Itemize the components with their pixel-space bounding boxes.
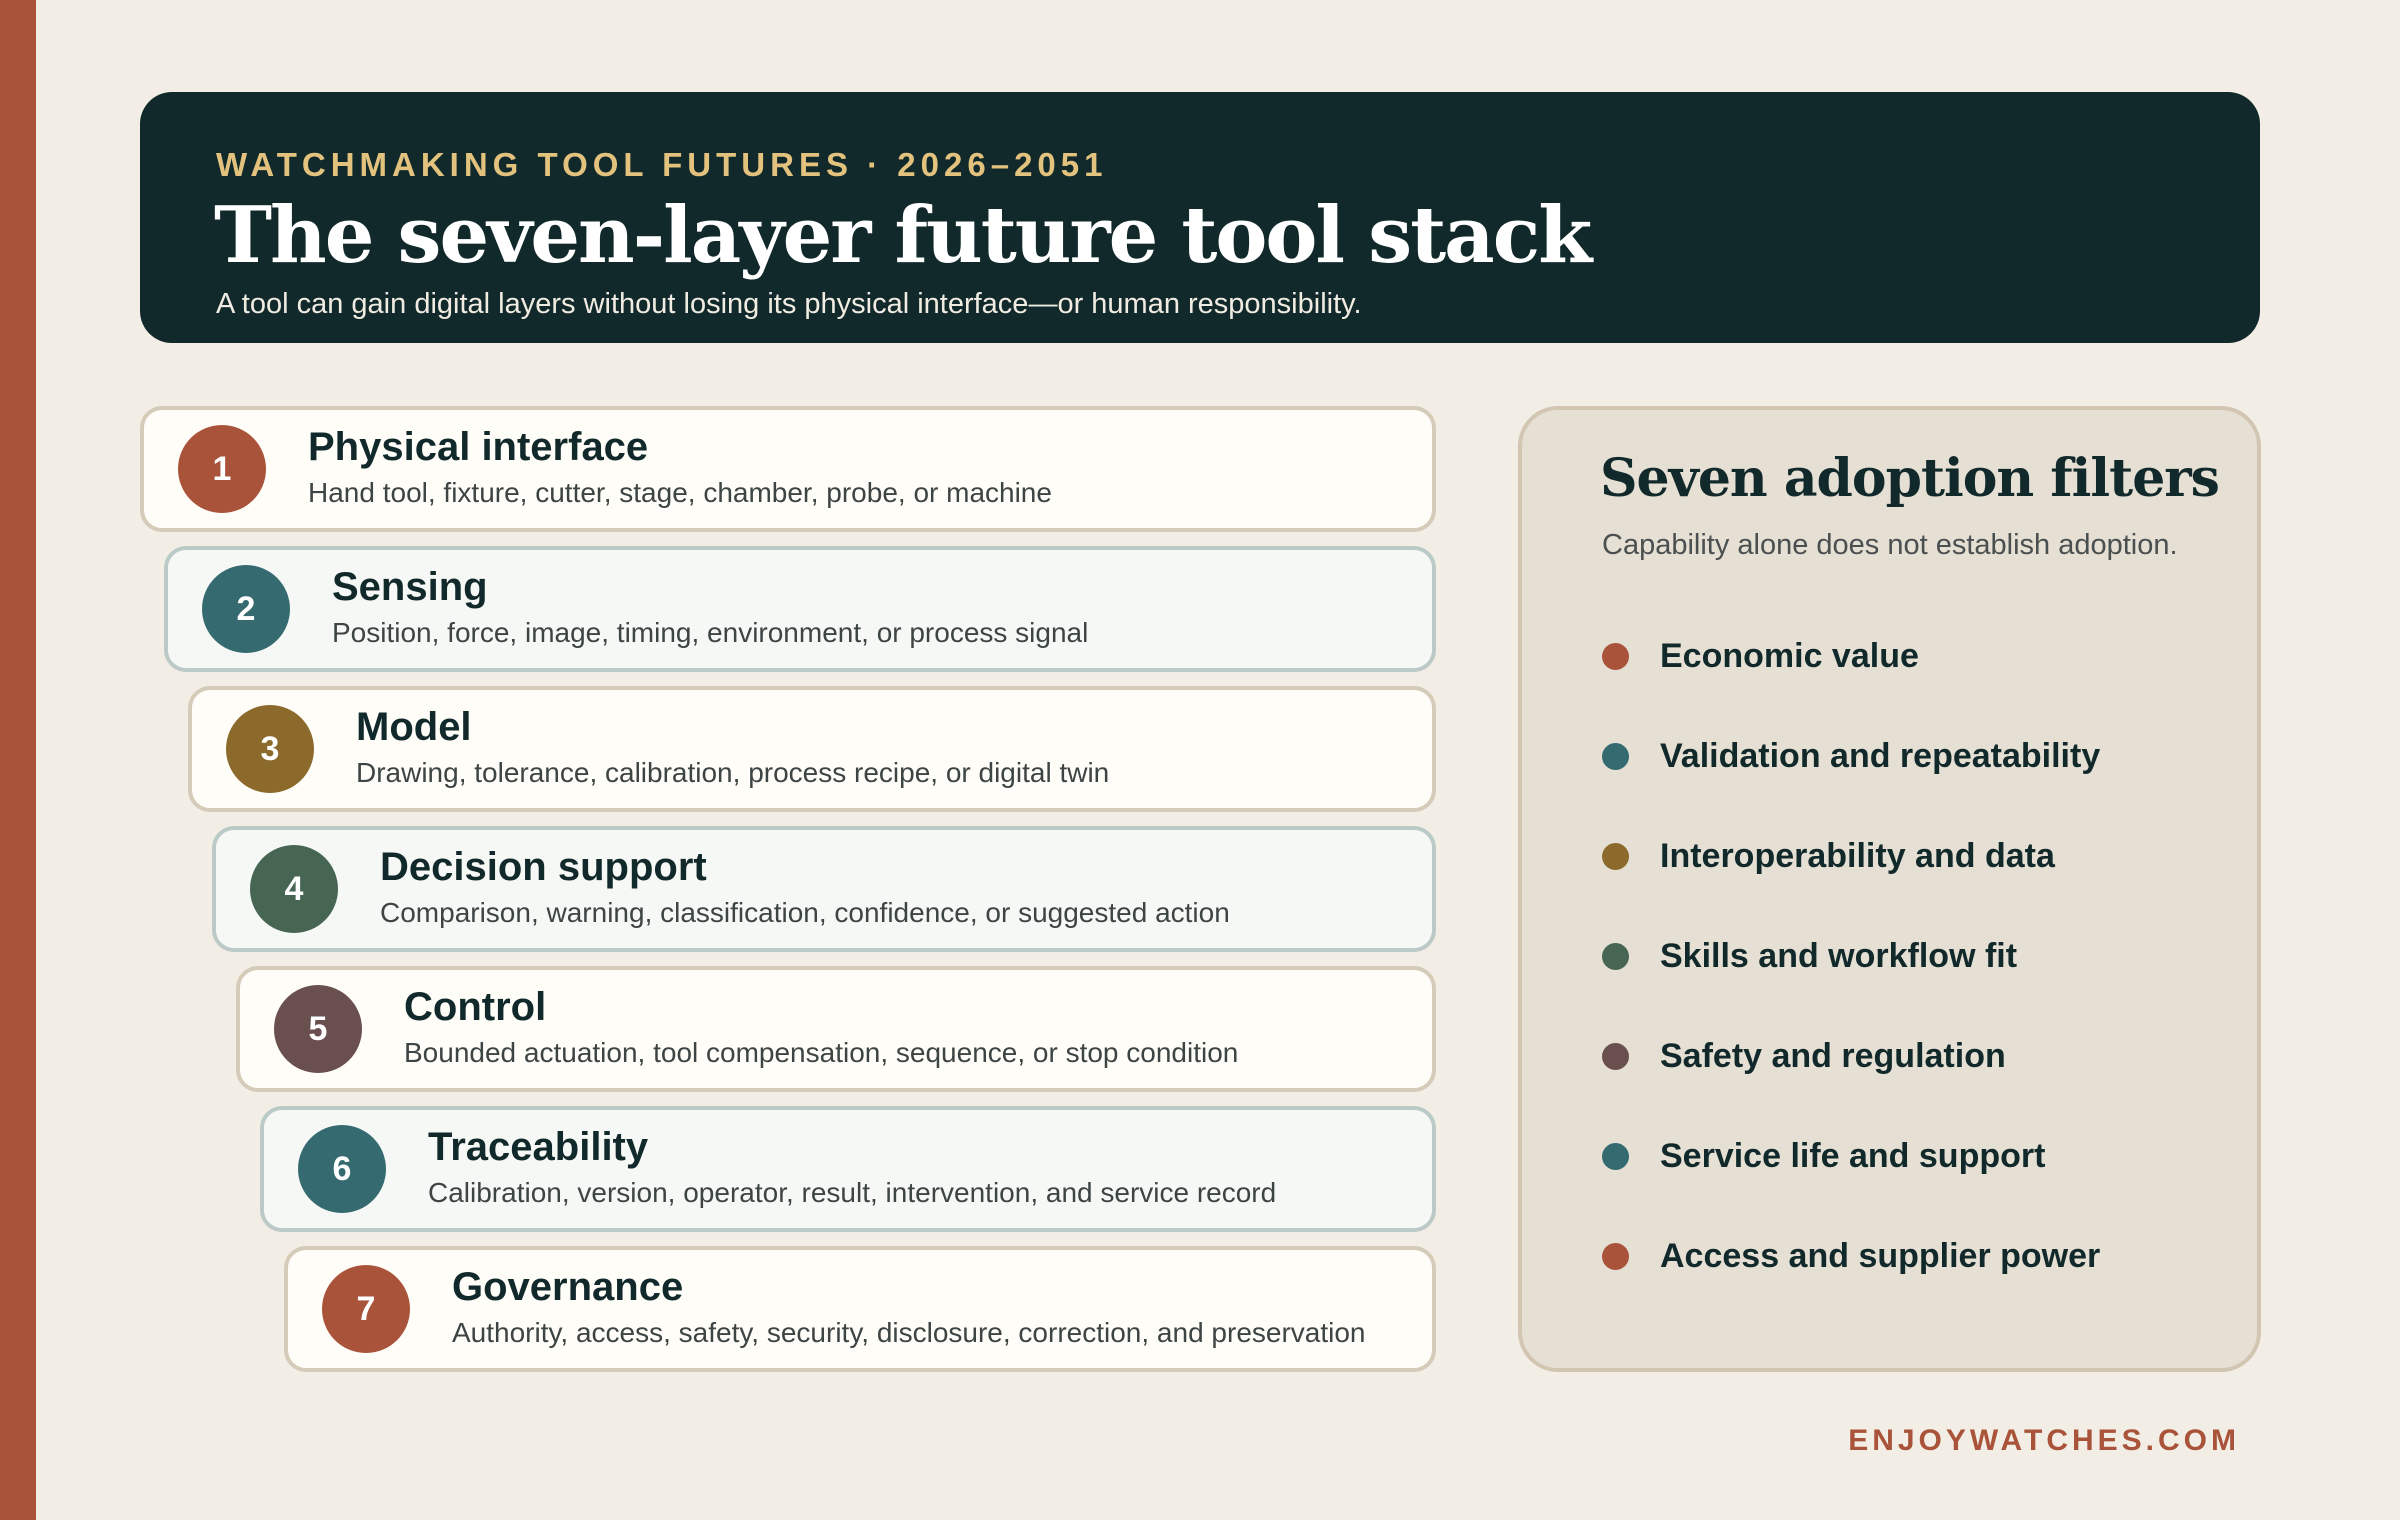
- filter-label: Safety and regulation: [1660, 1037, 2006, 1075]
- filters-subtitle: Capability alone does not establish adop…: [1602, 529, 2178, 561]
- layer-title: Decision support: [380, 845, 707, 889]
- layer-number-badge: 7: [322, 1265, 410, 1353]
- filter-item-service-life: Service life and support: [1602, 1131, 2222, 1181]
- layer-description: Authority, access, safety, security, dis…: [452, 1317, 1366, 1348]
- layer-card-decision-support: 4 Decision support Comparison, warning, …: [212, 826, 1436, 952]
- layer-description: Bounded actuation, tool compensation, se…: [404, 1037, 1239, 1068]
- layer-description: Hand tool, fixture, cutter, stage, chamb…: [308, 477, 1052, 508]
- filter-item-economic-value: Economic value: [1602, 631, 2222, 681]
- filter-label: Economic value: [1660, 637, 1919, 675]
- filter-label: Service life and support: [1660, 1137, 2046, 1175]
- layer-description: Comparison, warning, classification, con…: [380, 897, 1230, 928]
- layer-title: Model: [356, 705, 472, 749]
- filter-item-skills-workflow: Skills and workflow fit: [1602, 931, 2222, 981]
- filter-bullet-dot: [1602, 1043, 1629, 1070]
- filter-bullet-dot: [1602, 943, 1629, 970]
- filter-bullet-dot: [1602, 1143, 1629, 1170]
- filter-bullet-dot: [1602, 1243, 1629, 1270]
- filter-item-interoperability: Interoperability and data: [1602, 831, 2222, 881]
- filter-label: Interoperability and data: [1660, 837, 2055, 875]
- filter-label: Skills and workflow fit: [1660, 937, 2018, 975]
- filter-label: Access and supplier power: [1660, 1237, 2101, 1275]
- layer-number-badge: 5: [274, 985, 362, 1073]
- layer-number-badge: 4: [250, 845, 338, 933]
- layer-card-sensing: 2 Sensing Position, force, image, timing…: [164, 546, 1436, 672]
- layer-title: Traceability: [428, 1125, 649, 1169]
- adoption-filters-panel: Seven adoption filters Capability alone …: [1518, 406, 2261, 1372]
- layer-description: Calibration, version, operator, result, …: [428, 1177, 1277, 1208]
- layer-title: Control: [404, 985, 547, 1029]
- filter-item-safety-regulation: Safety and regulation: [1602, 1031, 2222, 1081]
- footer-brand: ENJOYWATCHES.COM: [1848, 1424, 2240, 1457]
- layer-number-badge: 3: [226, 705, 314, 793]
- layer-title: Sensing: [332, 565, 488, 609]
- layer-number-badge: 1: [178, 425, 266, 513]
- filters-title: Seven adoption filters: [1600, 448, 2220, 509]
- layer-title: Governance: [452, 1265, 684, 1309]
- filter-label: Validation and repeatability: [1660, 737, 2101, 775]
- layer-title: Physical interface: [308, 425, 649, 469]
- header-eyebrow: WATCHMAKING TOOL FUTURES · 2026–2051: [216, 146, 1108, 183]
- filter-bullet-dot: [1602, 743, 1629, 770]
- layer-number-badge: 6: [298, 1125, 386, 1213]
- layer-description: Position, force, image, timing, environm…: [332, 617, 1089, 648]
- left-accent-stripe: [0, 0, 36, 1520]
- page-title: The seven-layer future tool stack: [214, 190, 1592, 281]
- layer-card-model: 3 Model Drawing, tolerance, calibration,…: [188, 686, 1436, 812]
- layer-card-traceability: 6 Traceability Calibration, version, ope…: [260, 1106, 1436, 1232]
- page-subtitle: A tool can gain digital layers without l…: [216, 288, 1362, 320]
- filter-bullet-dot: [1602, 643, 1629, 670]
- layer-card-governance: 7 Governance Authority, access, safety, …: [284, 1246, 1436, 1372]
- filter-item-access-supplier: Access and supplier power: [1602, 1231, 2222, 1281]
- filter-item-validation: Validation and repeatability: [1602, 731, 2222, 781]
- filter-bullet-dot: [1602, 843, 1629, 870]
- header-banner: WATCHMAKING TOOL FUTURES · 2026–2051 The…: [140, 92, 2260, 343]
- layer-card-control: 5 Control Bounded actuation, tool compen…: [236, 966, 1436, 1092]
- layer-number-badge: 2: [202, 565, 290, 653]
- layer-description: Drawing, tolerance, calibration, process…: [356, 757, 1110, 788]
- layer-card-physical-interface: 1 Physical interface Hand tool, fixture,…: [140, 406, 1436, 532]
